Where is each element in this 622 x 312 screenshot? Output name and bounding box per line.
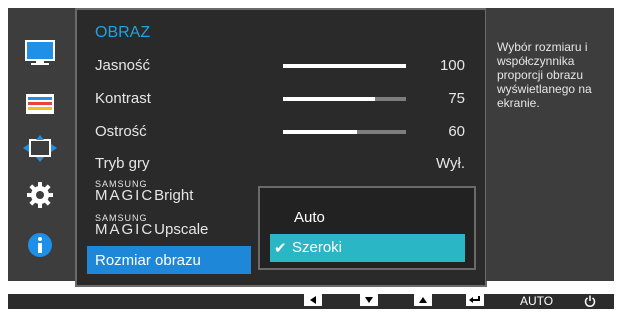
menu-item-sharpness[interactable]: Ostrość 60 bbox=[95, 120, 475, 144]
size-position-icon[interactable] bbox=[22, 134, 58, 164]
magic-upscale-label: Upscale bbox=[154, 221, 209, 238]
menu-item-brightness[interactable]: Jasność 100 bbox=[95, 54, 475, 78]
help-panel: Wybór rozmiaru i współczynnika proporcji… bbox=[486, 8, 614, 281]
menu-item-contrast[interactable]: Kontrast 75 bbox=[95, 87, 475, 111]
sidebar bbox=[8, 8, 75, 281]
option-label: Szeroki bbox=[292, 239, 343, 256]
enter-icon[interactable] bbox=[466, 294, 484, 306]
menu-item-label: Jasność bbox=[95, 57, 151, 74]
magic-bright-label: Bright bbox=[154, 187, 194, 204]
key-guide-bar: AUTO bbox=[8, 294, 614, 309]
picture-size-submenu: Auto ✔ Szeroki bbox=[258, 186, 476, 270]
info-icon[interactable] bbox=[22, 230, 58, 260]
menu-item-value: 75 bbox=[448, 90, 465, 107]
power-icon[interactable] bbox=[584, 294, 596, 312]
option-label: Auto bbox=[294, 209, 325, 226]
menu-item-picture-size[interactable]: Rozmiar obrazu bbox=[87, 246, 251, 274]
menu-item-label: Ostrość bbox=[95, 123, 147, 140]
contrast-slider[interactable] bbox=[283, 97, 406, 101]
brightness-slider[interactable] bbox=[283, 64, 406, 68]
help-text: Wybór rozmiaru i współczynnika proporcji… bbox=[497, 40, 592, 110]
color-icon[interactable] bbox=[22, 90, 58, 120]
menu-item-label: Rozmiar obrazu bbox=[95, 252, 201, 269]
left-arrow-icon[interactable] bbox=[304, 294, 322, 306]
menu-item-value: 100 bbox=[439, 57, 465, 74]
menu-title: OBRAZ bbox=[95, 24, 151, 41]
monitor-icon[interactable] bbox=[22, 38, 58, 68]
menu-item-value: 60 bbox=[448, 123, 465, 140]
menu-item-game-mode[interactable]: Tryb gry Wył. bbox=[95, 152, 475, 176]
check-icon: ✔ bbox=[274, 240, 287, 257]
menu-item-label: Kontrast bbox=[95, 90, 151, 107]
option-auto[interactable]: Auto bbox=[270, 204, 465, 232]
option-wide[interactable]: ✔ Szeroki bbox=[270, 234, 465, 262]
auto-button[interactable]: AUTO bbox=[520, 294, 553, 308]
gear-icon[interactable] bbox=[22, 180, 58, 210]
menu-item-value: Wył. bbox=[435, 155, 465, 172]
magic-brand-text: MAGIC bbox=[95, 187, 155, 204]
up-arrow-icon[interactable] bbox=[414, 294, 432, 306]
magic-brand-text: MAGIC bbox=[95, 221, 155, 238]
down-arrow-icon[interactable] bbox=[360, 294, 378, 306]
sharpness-slider[interactable] bbox=[283, 130, 406, 134]
menu-item-label: Tryb gry bbox=[95, 155, 150, 172]
